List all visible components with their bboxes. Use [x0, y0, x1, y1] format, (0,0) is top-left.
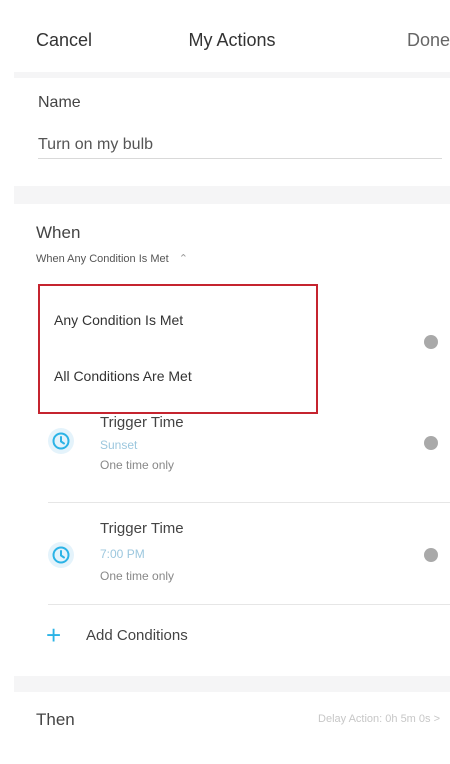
section-divider	[14, 72, 450, 78]
when-label: When	[36, 223, 81, 242]
then-label: Then	[36, 710, 75, 729]
section-divider	[14, 676, 450, 692]
trigger-time: 7:00 PM	[100, 547, 145, 561]
clock-icon	[48, 428, 74, 454]
trigger-time: Sunset	[100, 438, 138, 452]
remove-icon[interactable]	[424, 335, 438, 349]
delay-action-link[interactable]: Delay Action: 0h 5m 0s >	[318, 713, 440, 725]
name-input[interactable]: Turn on my bulb	[38, 136, 153, 154]
chevron-up-icon: ⌃	[178, 253, 188, 265]
clock-icon	[48, 542, 74, 568]
cancel-button[interactable]: Cancel	[36, 30, 92, 51]
trigger-title: Trigger Time	[100, 414, 184, 431]
my-actions-screen: My Actions Cancel Done Name Turn on my b…	[14, 8, 450, 764]
done-button[interactable]: Done	[407, 30, 450, 51]
section-divider	[14, 186, 450, 204]
row-divider	[48, 502, 450, 503]
remove-icon[interactable]	[424, 548, 438, 562]
trigger-frequency: One time only	[100, 569, 175, 583]
name-underline	[38, 158, 442, 159]
add-conditions-label: Add Conditions	[86, 627, 188, 644]
row-divider	[48, 604, 450, 605]
name-label: Name	[38, 94, 81, 111]
trigger-title: Trigger Time	[100, 520, 184, 537]
trigger-row[interactable]: Trigger Time 7:00 PM One time only	[14, 512, 450, 608]
condition-mode-selector[interactable]: When Any Condition Is Met ⌃	[36, 252, 188, 265]
option-any-condition[interactable]: Any Condition Is Met	[54, 312, 183, 328]
condition-mode-label: When Any Condition Is Met	[36, 253, 169, 265]
nav-header: My Actions Cancel Done	[14, 8, 450, 72]
plus-icon: +	[46, 620, 62, 650]
condition-dropdown: Any Condition Is Met All Conditions Are …	[38, 284, 318, 414]
option-all-conditions[interactable]: All Conditions Are Met	[54, 368, 192, 384]
trigger-row[interactable]: Trigger Time Sunset One time only	[14, 408, 450, 508]
trigger-frequency: One time only	[100, 458, 175, 472]
remove-icon[interactable]	[424, 436, 438, 450]
